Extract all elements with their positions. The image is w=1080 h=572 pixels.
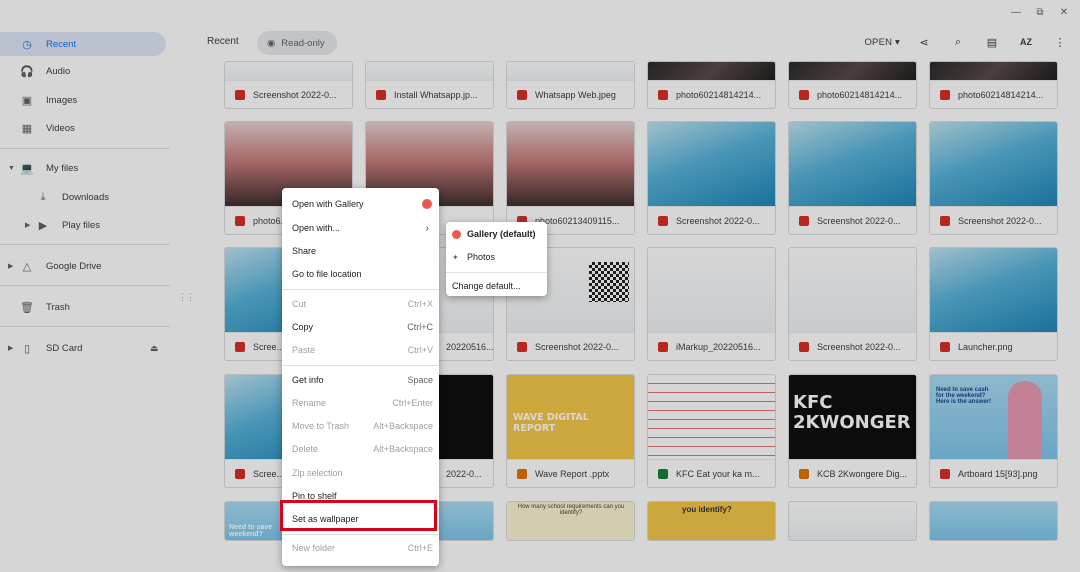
menu-separator (282, 365, 439, 366)
menu-shortcut: Ctrl+Enter (392, 398, 433, 408)
menu-separator (282, 534, 439, 535)
submenu-item-photos[interactable]: ✦ Photos (446, 246, 547, 268)
gallery-icon (452, 229, 461, 239)
highlight-box (280, 500, 437, 531)
submenu-label: Change default... (452, 281, 521, 291)
menu-item-zip-selection[interactable]: Zip selection (282, 462, 439, 484)
menu-shortcut: Ctrl+C (407, 322, 433, 332)
menu-label: Paste (292, 345, 316, 355)
menu-shortcut: Ctrl+E (407, 543, 433, 553)
menu-label: Share (292, 246, 317, 256)
submenu-label: Gallery (default) (467, 229, 536, 239)
photos-icon: ✦ (452, 252, 459, 262)
menu-item-open-with[interactable]: Open with... › (282, 217, 439, 239)
open-with-submenu: Gallery (default) ✦ Photos Change defaul… (446, 222, 547, 296)
menu-item-get-info[interactable]: Get info Space (282, 369, 439, 391)
menu-label: Move to Trash (292, 421, 350, 431)
menu-label: Delete (292, 444, 319, 454)
submenu-item-gallery[interactable]: Gallery (default) (446, 223, 547, 245)
submenu-separator (446, 272, 547, 273)
menu-shortcut: Ctrl+V (407, 345, 433, 355)
menu-shortcut: Space (407, 375, 433, 385)
menu-item-delete[interactable]: Delete Alt+Backspace (282, 438, 439, 460)
chevron-right-icon: › (425, 222, 429, 234)
menu-shortcut: Alt+Backspace (373, 444, 433, 454)
menu-label: New folder (292, 543, 336, 553)
menu-item-rename[interactable]: Rename Ctrl+Enter (282, 392, 439, 414)
menu-label: Rename (292, 398, 327, 408)
menu-separator (282, 289, 439, 290)
menu-label: Open with Gallery (292, 199, 364, 209)
menu-label: Zip selection (292, 468, 343, 478)
menu-label: Cut (292, 299, 307, 309)
menu-label: Open with... (292, 223, 341, 233)
submenu-label: Photos (467, 252, 496, 262)
menu-item-new-folder[interactable]: New folder Ctrl+E (282, 537, 439, 559)
menu-item-copy[interactable]: Copy Ctrl+C (282, 316, 439, 338)
menu-item-cut[interactable]: Cut Ctrl+X (282, 293, 439, 315)
gallery-icon (422, 199, 432, 209)
menu-item-open-with-gallery[interactable]: Open with Gallery (282, 193, 439, 215)
menu-shortcut: Ctrl+X (407, 299, 433, 309)
menu-shortcut: Alt+Backspace (373, 421, 433, 431)
menu-item-move-to-trash[interactable]: Move to Trash Alt+Backspace (282, 415, 439, 437)
menu-item-go-to-file-location[interactable]: Go to file location (282, 263, 439, 285)
menu-label: Copy (292, 322, 314, 332)
menu-item-paste[interactable]: Paste Ctrl+V (282, 339, 439, 361)
submenu-item-change-default[interactable]: Change default... (446, 275, 547, 297)
menu-item-share[interactable]: Share (282, 240, 439, 262)
menu-label: Go to file location (292, 269, 362, 279)
menu-label: Get info (292, 375, 324, 385)
